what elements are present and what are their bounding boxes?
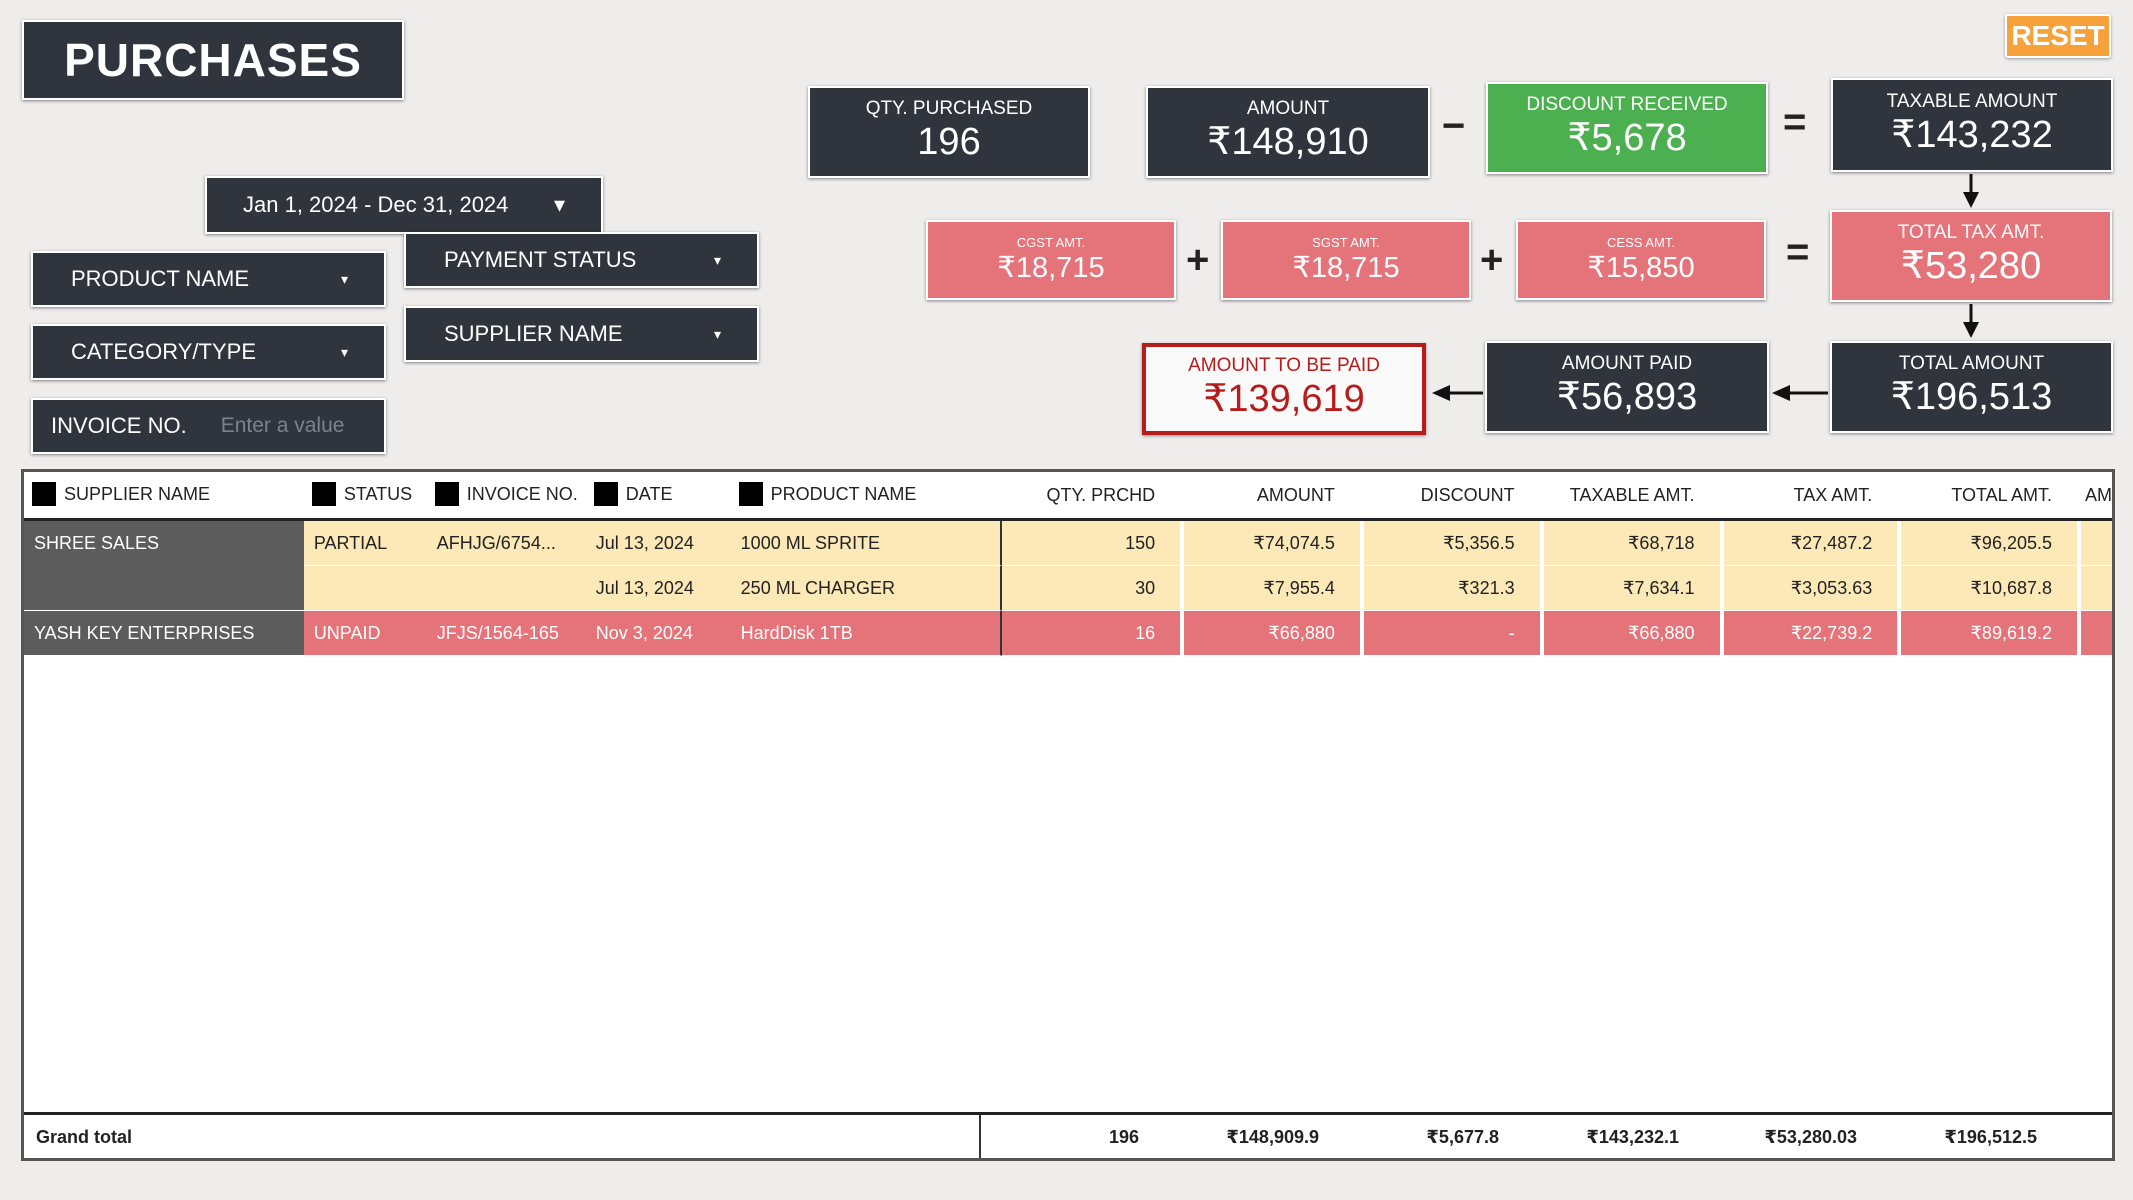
column-header-supplier[interactable]: SUPPLIER NAME [24,472,304,521]
column-header-amount-paid[interactable]: AMOUNT [2077,472,2112,521]
column-header-product[interactable]: PRODUCT NAME [730,472,1003,521]
checkbox-icon[interactable] [738,482,763,506]
amount-paid-cell [2077,566,2112,611]
qty-cell: 30 [1002,566,1181,611]
grand-total-taxable: ₹143,232.1 [1586,1127,1679,1147]
column-header-discount[interactable]: DISCOUNT [1359,472,1540,521]
flow-arrows [1432,174,1979,401]
status-cell: PARTIAL [303,521,427,566]
grand-total-qty: 196 [1108,1127,1139,1147]
amount-cell: ₹66,880 [1180,611,1360,656]
total-cell: ₹10,687.8 [1897,566,2078,611]
discount-cell: ₹5,356.5 [1359,521,1540,566]
taxable-cell: ₹66,880 [1539,611,1720,656]
invoice-cell: JFJS/1564-165 [426,611,586,656]
arrow-left-icon [1772,385,1790,401]
grand-total-total: ₹196,512.5 [1944,1127,2037,1147]
checkbox-icon[interactable] [311,482,336,506]
column-header-qty[interactable]: QTY. PRCHD [1002,472,1181,521]
arrow-down-icon [1963,192,1979,208]
product-cell: HardDisk 1TB [730,611,1003,656]
total-cell: ₹96,205.5 [1897,521,2078,566]
qty-cell: 16 [1002,611,1181,656]
checkbox-icon[interactable] [593,482,618,506]
status-cell: UNPAID [303,611,427,656]
table-row[interactable]: Jul 13, 2024 250 ML CHARGER 30 ₹7,955.4 … [24,566,2112,611]
date-cell: Jul 13, 2024 [585,566,731,611]
checkbox-icon[interactable] [434,482,459,506]
discount-cell: ₹321.3 [1359,566,1540,611]
column-divider [979,1115,981,1158]
column-header-date[interactable]: DATE [585,472,731,521]
supplier-cell: YASH KEY ENTERPRISES [24,611,304,656]
column-header-amount[interactable]: AMOUNT [1180,472,1360,521]
table-row[interactable]: YASH KEY ENTERPRISES UNPAID JFJS/1564-16… [24,611,2112,656]
amount-cell: ₹74,074.5 [1180,521,1360,566]
arrow-down-icon [1963,322,1979,338]
grand-total-label: Grand total [36,1127,133,1147]
date-cell: Nov 3, 2024 [585,611,731,656]
taxable-cell: ₹7,634.1 [1539,566,1720,611]
arrow-left-icon [1432,385,1450,401]
date-cell: Jul 13, 2024 [585,521,731,566]
total-cell: ₹89,619.2 [1897,611,2078,656]
column-header-total[interactable]: TOTAL AMT. [1897,472,2078,521]
taxable-cell: ₹68,718 [1539,521,1720,566]
column-header-tax[interactable]: TAX AMT. [1719,472,1898,521]
purchases-table-grid: SUPPLIER NAME STATUS INVOICE NO. DATE PR… [24,472,2112,656]
column-header-status[interactable]: STATUS [303,472,427,521]
discount-cell: - [1359,611,1540,656]
grand-total-tax: ₹53,280.03 [1764,1127,1857,1147]
supplier-cell: SHREE SALES [24,521,304,611]
table-header-row: SUPPLIER NAME STATUS INVOICE NO. DATE PR… [24,472,2112,521]
product-cell: 1000 ML SPRITE [730,521,1003,566]
grand-total-discount: ₹5,677.8 [1426,1127,1499,1147]
grand-total-row: Grand total 196 ₹148,909.9 ₹5,677.8 ₹143… [24,1112,2112,1158]
product-cell: 250 ML CHARGER [730,566,1003,611]
invoice-cell [426,566,586,611]
tax-cell: ₹3,053.63 [1719,566,1898,611]
status-cell [303,566,427,611]
amount-cell: ₹7,955.4 [1180,566,1360,611]
qty-cell: 150 [1002,521,1181,566]
checkbox-icon[interactable] [32,482,56,506]
grand-total-amount: ₹148,909.9 [1226,1127,1319,1147]
tax-cell: ₹22,739.2 [1719,611,1898,656]
amount-paid-cell [2077,521,2112,566]
column-header-invoice[interactable]: INVOICE NO. [426,472,586,521]
invoice-cell: AFHJG/6754... [426,521,586,566]
tax-cell: ₹27,487.2 [1719,521,1898,566]
amount-paid-cell [2077,611,2112,656]
table-row[interactable]: SHREE SALES PARTIAL AFHJG/6754... Jul 13… [24,521,2112,611]
column-header-taxable[interactable]: TAXABLE AMT. [1539,472,1720,521]
purchases-table: SUPPLIER NAME STATUS INVOICE NO. DATE PR… [21,469,2115,1161]
